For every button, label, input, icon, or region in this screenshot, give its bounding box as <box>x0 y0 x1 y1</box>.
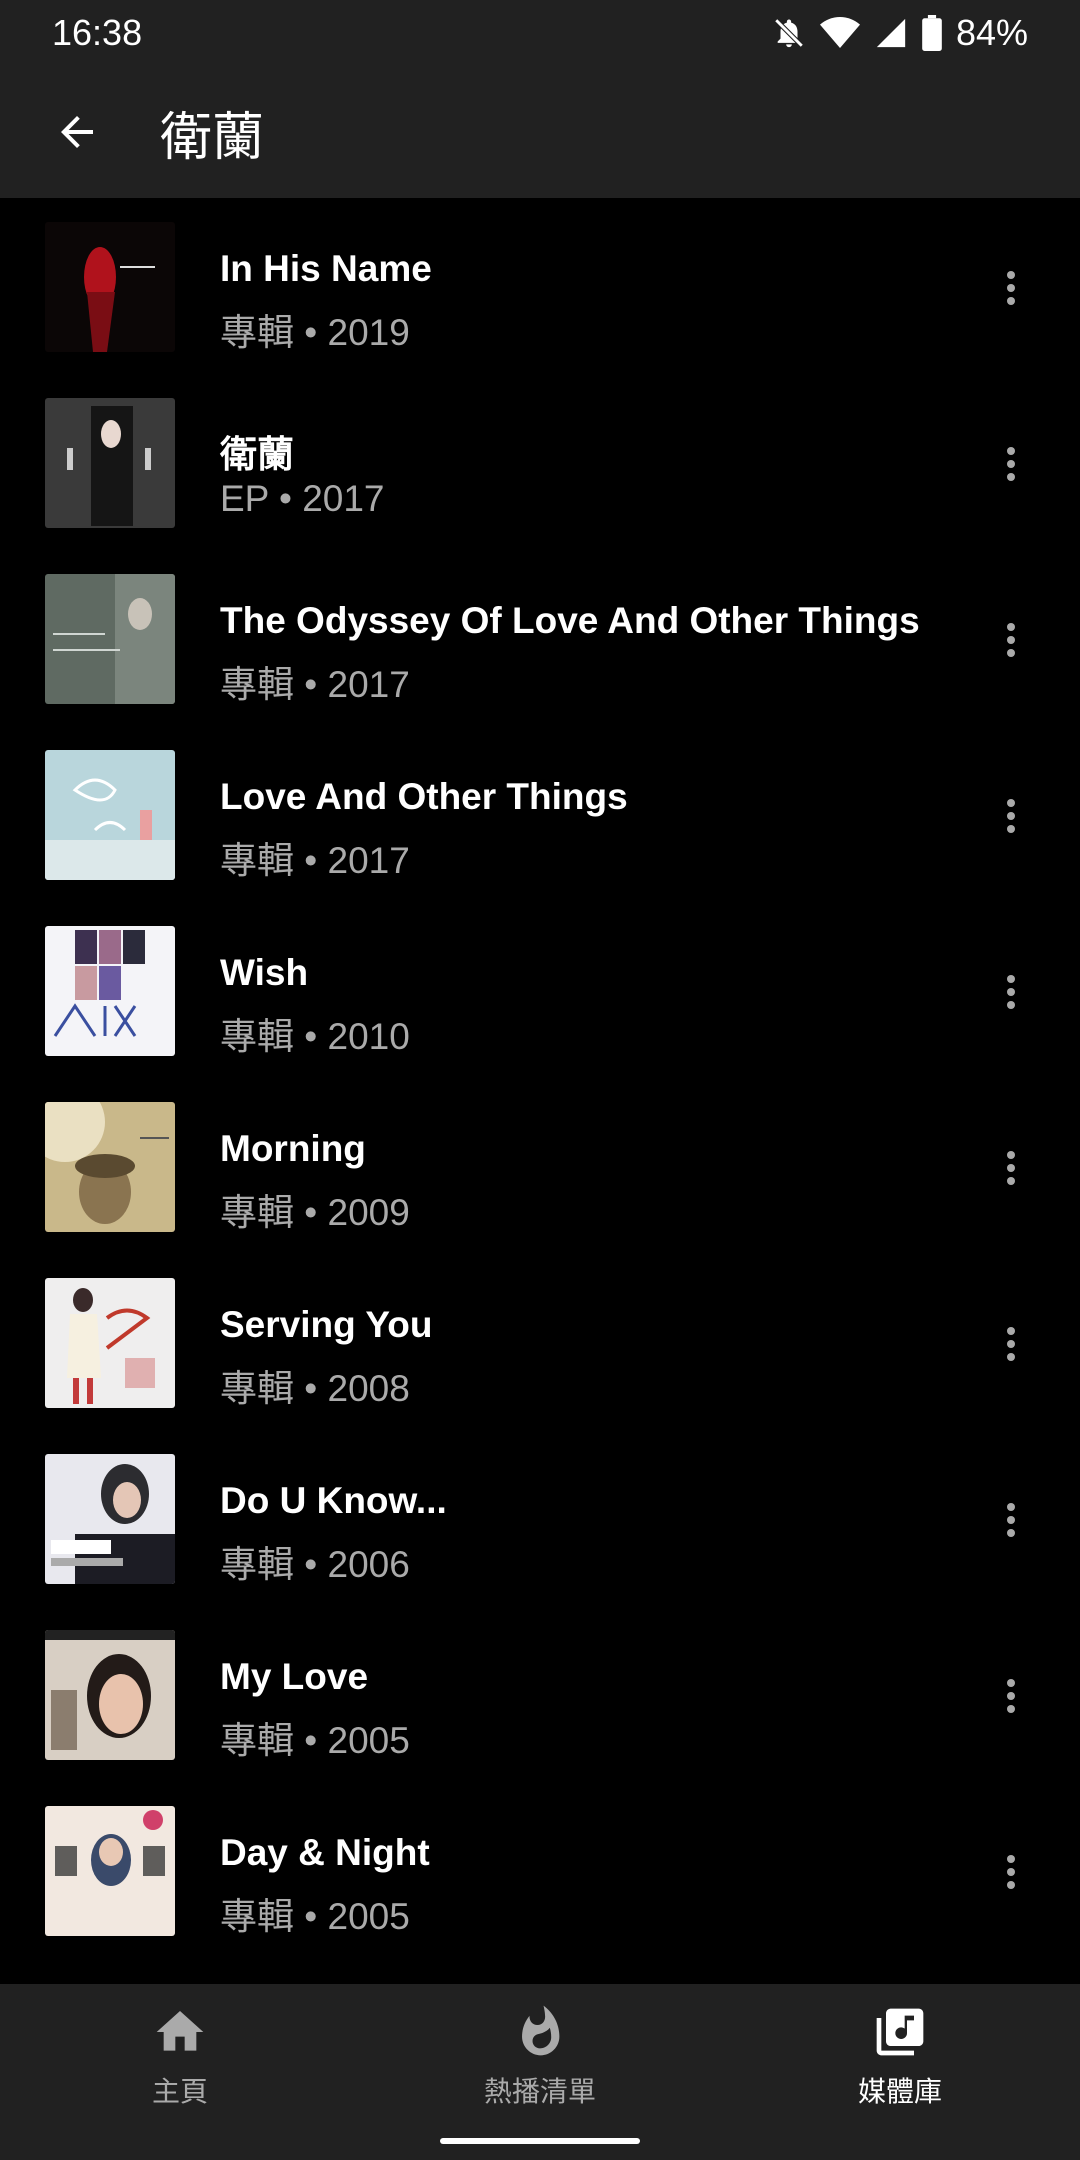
album-cover <box>45 1454 175 1584</box>
wifi-icon <box>819 17 860 48</box>
album-cover <box>45 750 175 880</box>
album-title: Day & Night <box>220 1832 430 1873</box>
album-title: Love And Other Things <box>220 776 628 817</box>
nav-home-label: 主頁 <box>151 2076 208 2107</box>
nav-library[interactable]: 媒體庫 <box>800 2004 1000 2124</box>
album-cover <box>45 926 175 1056</box>
album-row[interactable]: Morning 專輯 • 2009 <box>0 1078 1080 1254</box>
more-options-button[interactable] <box>990 1666 1032 1726</box>
more-vert-icon <box>1007 1503 1015 1511</box>
album-title: Serving You <box>220 1304 433 1345</box>
album-row[interactable]: Serving You 專輯 • 2008 <box>0 1254 1080 1430</box>
more-vert-icon <box>1007 975 1015 983</box>
album-meta: 專輯 • 2005 <box>220 1720 410 1761</box>
album-row[interactable]: Day & Night 專輯 • 2005 <box>0 1782 1080 1958</box>
album-title: 衛蘭 <box>220 434 294 475</box>
cellular-signal-icon <box>876 18 906 48</box>
more-vert-icon <box>1007 1855 1015 1863</box>
album-row[interactable]: The Odyssey Of Love And Other Things 專輯 … <box>0 550 1080 726</box>
battery-percent: 84% <box>955 12 1028 53</box>
album-cover <box>45 1806 175 1936</box>
album-cover <box>45 1102 175 1232</box>
album-title: Morning <box>220 1128 366 1169</box>
album-row[interactable]: My Love 專輯 • 2005 <box>0 1606 1080 1782</box>
more-vert-icon <box>1007 1151 1015 1159</box>
album-meta: 專輯 • 2006 <box>220 1544 410 1585</box>
more-options-button[interactable] <box>990 962 1032 1022</box>
album-title: In His Name <box>220 248 432 289</box>
more-options-button[interactable] <box>990 1138 1032 1198</box>
arrow-back-icon <box>61 116 93 148</box>
album-meta: 專輯 • 2017 <box>220 840 410 881</box>
album-meta: 專輯 • 2005 <box>220 1896 410 1937</box>
album-title: Do U Know... <box>220 1480 447 1521</box>
more-options-button[interactable] <box>990 610 1032 670</box>
more-vert-icon <box>1007 799 1015 807</box>
more-vert-icon <box>1007 447 1015 455</box>
album-title: The Odyssey Of Love And Other Things <box>220 600 920 641</box>
nav-home[interactable]: 主頁 <box>80 2004 280 2124</box>
nav-hotlist[interactable]: 熱播清單 <box>440 2004 640 2124</box>
album-row[interactable]: Love And Other Things 專輯 • 2017 <box>0 726 1080 902</box>
album-cover <box>45 1630 175 1760</box>
album-title: My Love <box>220 1656 369 1697</box>
album-meta: 專輯 • 2010 <box>220 1016 410 1057</box>
notifications-off-icon <box>774 18 804 48</box>
flame-icon <box>522 2005 560 2056</box>
clock: 16:38 <box>52 12 143 53</box>
album-cover <box>45 1278 175 1408</box>
album-cover <box>45 222 175 352</box>
album-row[interactable]: 衛蘭 EP • 2017 <box>0 374 1080 550</box>
gesture-handle[interactable] <box>440 2138 640 2144</box>
album-meta: 專輯 • 2008 <box>220 1368 410 1409</box>
album-list: In His Name 專輯 • 2019 衛蘭 EP • 2017 The O… <box>0 198 1080 1984</box>
more-options-button[interactable] <box>990 258 1032 318</box>
more-vert-icon <box>1007 271 1015 279</box>
back-button[interactable] <box>38 93 116 171</box>
bottom-navigation: 主頁 熱播清單 媒體庫 <box>0 1984 1080 2160</box>
page-title: 衛蘭 <box>160 108 265 167</box>
album-cover <box>45 398 175 528</box>
more-options-button[interactable] <box>990 1490 1032 1550</box>
album-meta: EP • 2017 <box>220 478 385 519</box>
battery-icon <box>922 15 942 51</box>
album-row[interactable]: Wish 專輯 • 2010 <box>0 902 1080 1078</box>
app-bar: 衛蘭 <box>0 66 1080 198</box>
more-options-button[interactable] <box>990 434 1032 494</box>
more-vert-icon <box>1007 1679 1015 1687</box>
more-options-button[interactable] <box>990 1314 1032 1374</box>
nav-hotlist-label: 熱播清單 <box>483 2076 596 2107</box>
album-row[interactable]: In His Name 專輯 • 2019 <box>0 198 1080 374</box>
album-title: Wish <box>220 952 309 993</box>
album-meta: 專輯 • 2019 <box>220 312 410 353</box>
library-music-icon <box>876 2008 924 2056</box>
more-vert-icon <box>1007 623 1015 631</box>
more-options-button[interactable] <box>990 1842 1032 1902</box>
album-meta: 專輯 • 2009 <box>220 1192 410 1233</box>
status-icons: 84% <box>772 12 1028 54</box>
album-row[interactable]: Do U Know... 專輯 • 2006 <box>0 1430 1080 1606</box>
album-meta: 專輯 • 2017 <box>220 664 410 705</box>
more-options-button[interactable] <box>990 786 1032 846</box>
status-bar: 16:38 84% <box>0 0 1080 66</box>
more-vert-icon <box>1007 1327 1015 1335</box>
home-icon <box>156 2011 204 2051</box>
album-cover <box>45 574 175 704</box>
nav-library-label: 媒體庫 <box>857 2076 942 2107</box>
